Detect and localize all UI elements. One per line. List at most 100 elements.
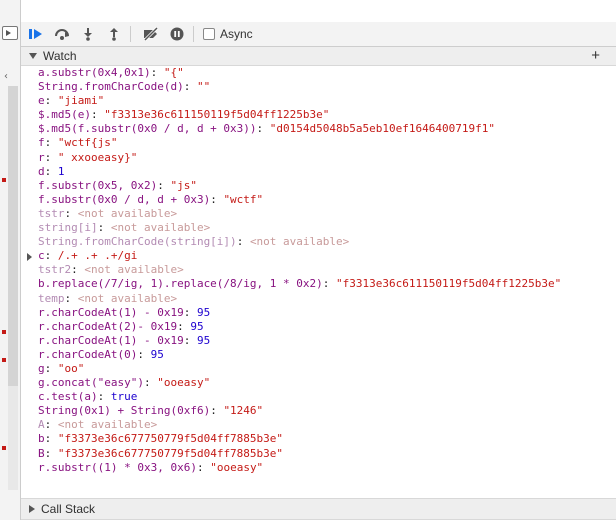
watch-expression-row[interactable]: $.md5(e): "f3313e36c611150119f5d04ff1225… (21, 108, 616, 122)
expand-triangle-icon (29, 53, 37, 59)
watch-expression[interactable]: r.charCodeAt(1) - 0x19 (38, 334, 184, 347)
breakpoints-deactivate-icon (143, 27, 159, 41)
add-watch-button[interactable]: + (591, 47, 600, 65)
watch-expression-row[interactable]: A: <not available> (21, 418, 616, 432)
pause-icon (170, 27, 184, 41)
watch-expression[interactable]: string[i] (38, 221, 98, 234)
watch-expression[interactable]: g (38, 362, 45, 375)
watch-expression-row[interactable]: a.substr(0x4,0x1): "{" (21, 66, 616, 80)
watch-separator: : (44, 418, 58, 432)
watch-expression-row[interactable]: b: "f3373e36c677750779f5d04ff7885b3e" (21, 432, 616, 446)
checkbox-icon[interactable] (203, 28, 215, 40)
chevron-up-icon[interactable]: ‹ (4, 71, 8, 82)
watch-expression-row[interactable]: String.fromCharCode(d): "" (21, 80, 616, 94)
watch-expression[interactable]: e (38, 94, 45, 107)
watch-expression-row[interactable]: e: "jiami" (21, 94, 616, 108)
collapse-triangle-icon (29, 505, 35, 513)
toggle-navigator-icon[interactable] (2, 26, 18, 40)
async-checkbox[interactable]: Async (203, 27, 253, 41)
pause-on-exceptions-button[interactable] (166, 24, 188, 44)
watch-value: "jiami" (57, 94, 105, 108)
watch-expression[interactable]: A (38, 418, 45, 431)
watch-expression[interactable]: String.fromCharCode(string[i]) (38, 235, 237, 248)
watch-expression-row[interactable]: r.charCodeAt(1) - 0x19: 95 (21, 334, 616, 348)
watch-separator: : (236, 235, 250, 249)
watch-separator: : (90, 108, 105, 122)
watch-value: <not available> (110, 221, 211, 235)
watch-value: "f3373e36c677750779f5d04ff7885b3e" (57, 446, 284, 460)
watch-expression-row[interactable]: d: 1 (21, 165, 616, 179)
watch-expression[interactable]: b.replace(/7/ig, 1).replace(/8/ig, 1 * 0… (38, 277, 323, 290)
watch-expression[interactable]: f (38, 136, 45, 149)
watch-expression-row[interactable]: r.substr((1) * 0x3, 0x6): "ooeasy" (21, 461, 616, 475)
watch-separator: : (64, 206, 78, 220)
watch-separator: : (44, 150, 58, 164)
watch-expression-row[interactable]: r.charCodeAt(1) - 0x19: 95 (21, 306, 616, 320)
watch-expression-row[interactable]: $.md5(f.substr(0x0 / d, d + 0x3)): "d015… (21, 122, 616, 136)
watch-expression[interactable]: tstr (38, 207, 65, 220)
editor-scrollbar[interactable] (8, 86, 18, 490)
watch-separator: : (44, 432, 58, 446)
watch-expression-row[interactable]: B: "f3373e36c677750779f5d04ff7885b3e" (21, 447, 616, 461)
watch-value: "f3373e36c677750779f5d04ff7885b3e" (57, 432, 284, 446)
watch-expression[interactable]: r.charCodeAt(2)- 0x19 (38, 320, 177, 333)
watch-expression-row[interactable]: temp: <not available> (21, 292, 616, 306)
watch-expression[interactable]: tstr2 (38, 263, 71, 276)
watch-expression-row[interactable]: g.concat("easy"): "ooeasy" (21, 376, 616, 390)
watch-expression-row[interactable]: r.charCodeAt(2)- 0x19: 95 (21, 320, 616, 334)
callstack-section-header[interactable]: Call Stack (21, 498, 616, 520)
watch-expression-row[interactable]: c: /.+ .+ .+/gi (21, 249, 616, 263)
watch-expression-row[interactable]: string[i]: <not available> (21, 221, 616, 235)
step-out-button[interactable] (103, 24, 125, 44)
watch-expression[interactable]: g.concat("easy") (38, 376, 144, 389)
watch-value: "f3313e36c611150119f5d04ff1225b3e" (336, 277, 562, 291)
watch-expression[interactable]: c (38, 249, 45, 262)
async-label: Async (220, 27, 253, 41)
watch-value: <not available> (84, 263, 184, 277)
resume-button[interactable] (25, 24, 47, 44)
watch-expression[interactable]: f.substr(0x5, 0x2) (38, 179, 157, 192)
watch-expression-row[interactable]: r: " xxooeasy}" (21, 151, 616, 165)
watch-expression[interactable]: temp (38, 292, 65, 305)
watch-expression-row[interactable]: String.fromCharCode(string[i]): <not ava… (21, 235, 616, 249)
watch-expression[interactable]: $.md5(e) (38, 108, 91, 121)
error-marker-icon (2, 330, 6, 334)
watch-separator: : (44, 94, 58, 108)
deactivate-breakpoints-button[interactable] (140, 24, 162, 44)
watch-expression-row[interactable]: b.replace(/7/ig, 1).replace(/8/ig, 1 * 0… (21, 277, 616, 291)
watch-section-header[interactable]: Watch + (21, 47, 616, 66)
watch-expression[interactable]: B (38, 447, 45, 460)
watch-expression-row[interactable]: r.charCodeAt(0): 95 (21, 348, 616, 362)
watch-expression-row[interactable]: f.substr(0x5, 0x2): "js" (21, 179, 616, 193)
watch-expression-row[interactable]: c.test(a): true (21, 390, 616, 404)
watch-expression[interactable]: r.charCodeAt(0) (38, 348, 137, 361)
watch-expression[interactable]: String.fromCharCode(d) (38, 80, 184, 93)
watch-expression[interactable]: String(0x1) + String(0xf6) (38, 404, 210, 417)
watch-expression[interactable]: r.charCodeAt(1) - 0x19 (38, 306, 184, 319)
watch-expression-row[interactable]: f.substr(0x0 / d, d + 0x3): "wctf" (21, 193, 616, 207)
watch-expression-row[interactable]: g: "oo" (21, 362, 616, 376)
watch-expression[interactable]: f.substr(0x0 / d, d + 0x3) (38, 193, 210, 206)
watch-separator: : (44, 361, 58, 375)
expand-arrow-icon[interactable] (27, 253, 32, 262)
watch-separator: : (210, 192, 224, 206)
watch-title: Watch (43, 49, 77, 63)
watch-value: "ooeasy" (157, 376, 211, 390)
step-into-button[interactable] (77, 24, 99, 44)
watch-expression[interactable]: $.md5(f.substr(0x0 / d, d + 0x3)) (38, 122, 257, 135)
editor-scrollbar-thumb[interactable] (8, 86, 18, 386)
watch-expression-row[interactable]: String(0x1) + String(0xf6): "1246" (21, 404, 616, 418)
watch-expression[interactable]: a.substr(0x4,0x1) (38, 66, 151, 79)
watch-expression-row[interactable]: tstr2: <not available> (21, 263, 616, 277)
watch-expression[interactable]: d (38, 165, 45, 178)
watch-expression-row[interactable]: tstr: <not available> (21, 207, 616, 221)
watch-expression[interactable]: c.test(a) (38, 390, 98, 403)
watch-separator: : (183, 305, 197, 319)
watch-expression-row[interactable]: f: "wctf{js" (21, 136, 616, 150)
watch-expression[interactable]: r (38, 151, 45, 164)
error-marker-icon (2, 178, 6, 182)
watch-expression[interactable]: b (38, 432, 45, 445)
watch-value: 95 (196, 333, 211, 347)
watch-expression[interactable]: r.substr((1) * 0x3, 0x6) (38, 461, 197, 474)
step-over-button[interactable] (51, 24, 73, 44)
